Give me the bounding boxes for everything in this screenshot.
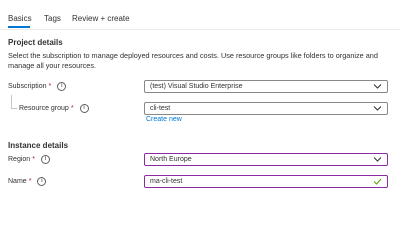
- resource-group-label-row: Resource group * i: [19, 103, 89, 114]
- tab-review-create[interactable]: Review + create: [72, 14, 130, 23]
- instance-details-heading: Instance details: [8, 141, 69, 150]
- resource-group-value: cli-test: [150, 105, 171, 112]
- region-label: Region: [8, 156, 31, 163]
- region-value: North Europe: [150, 156, 192, 163]
- subscription-label: Subscription: [8, 83, 47, 90]
- chevron-down-icon: [373, 106, 382, 111]
- name-value: ma-cli-test: [150, 178, 183, 185]
- chevron-down-icon: [373, 157, 382, 162]
- required-marker: *: [28, 178, 32, 185]
- subscription-label-row: Subscription * i: [8, 81, 67, 92]
- create-new-link[interactable]: Create new: [146, 116, 182, 123]
- region-dropdown[interactable]: North Europe: [144, 153, 388, 166]
- info-icon[interactable]: i: [37, 177, 47, 186]
- active-tab-indicator: [8, 26, 30, 28]
- tab-tags[interactable]: Tags: [44, 14, 61, 23]
- tree-connector-vertical: [11, 95, 12, 108]
- tabs-divider: [0, 29, 400, 30]
- name-label-row: Name * i: [8, 176, 47, 187]
- info-icon[interactable]: i: [57, 82, 67, 91]
- tree-connector-horizontal: [11, 108, 17, 109]
- resource-group-label: Resource group: [19, 105, 69, 112]
- required-marker: *: [48, 83, 52, 90]
- tab-basics[interactable]: Basics: [8, 14, 32, 23]
- name-label: Name: [8, 178, 27, 185]
- region-label-row: Region * i: [8, 154, 50, 165]
- subscription-value: (test) Visual Studio Enterprise: [150, 83, 243, 90]
- chevron-down-icon: [373, 84, 382, 89]
- required-marker: *: [32, 156, 35, 163]
- resource-group-dropdown[interactable]: cli-test: [144, 102, 388, 115]
- required-marker: *: [70, 105, 74, 112]
- checkmark-icon: [373, 178, 382, 185]
- info-icon[interactable]: i: [79, 104, 89, 113]
- info-icon[interactable]: i: [40, 155, 50, 164]
- project-details-description: Select the subscription to manage deploy…: [8, 51, 378, 70]
- name-input[interactable]: ma-cli-test: [144, 175, 388, 188]
- subscription-dropdown[interactable]: (test) Visual Studio Enterprise: [144, 80, 388, 93]
- project-details-heading: Project details: [8, 38, 63, 47]
